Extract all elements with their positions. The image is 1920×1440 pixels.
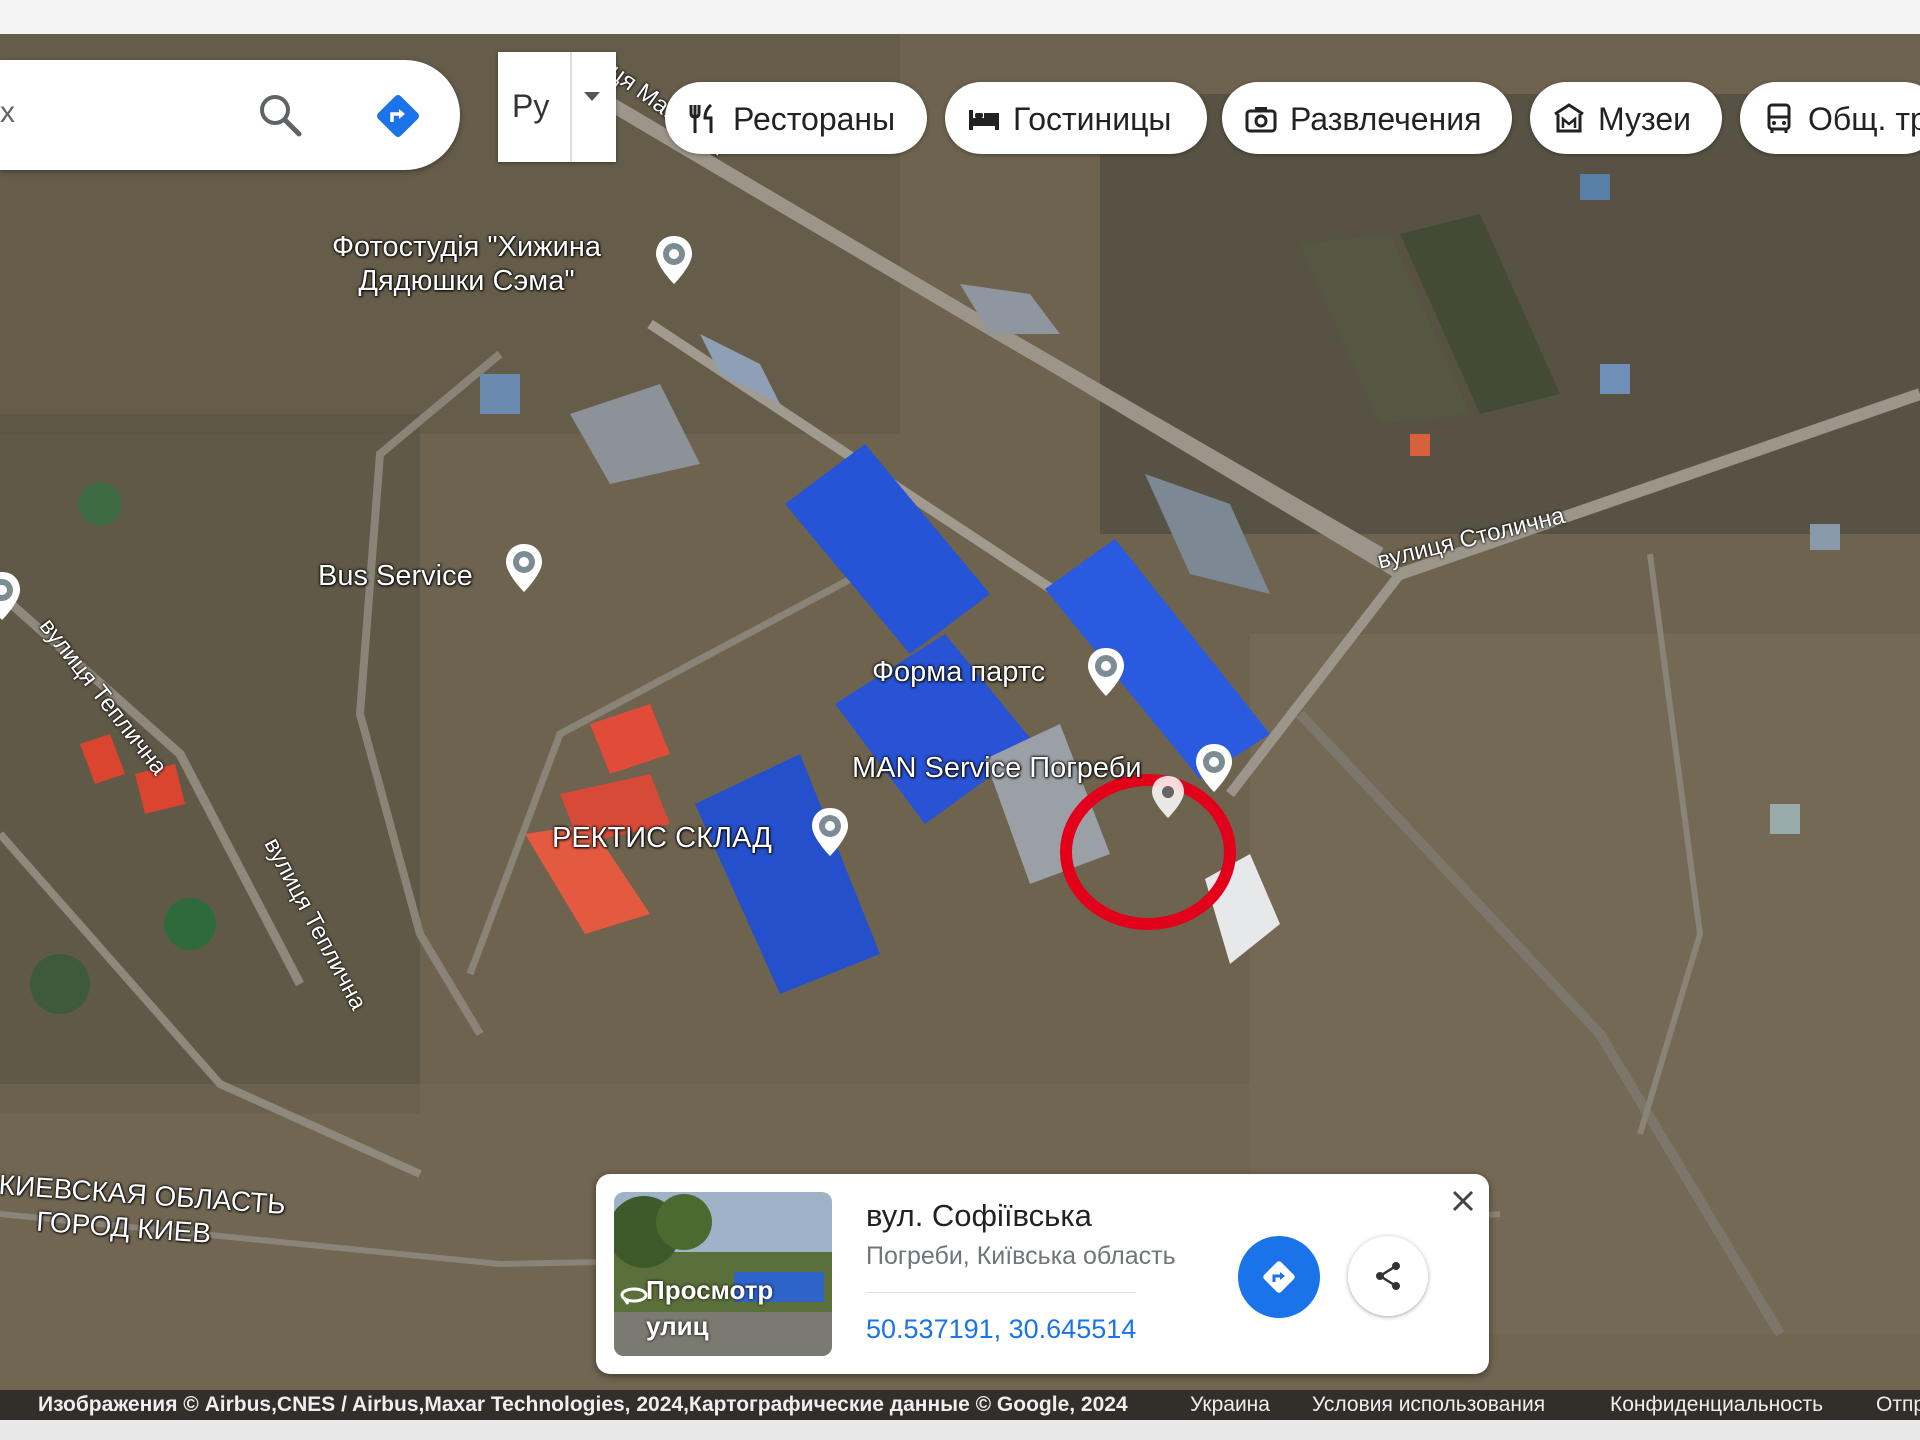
chip-label: Музеи (1598, 101, 1691, 137)
fork-knife-icon (689, 103, 713, 133)
place-pin-icon[interactable] (654, 234, 694, 286)
search-input[interactable]: х (0, 96, 15, 130)
layers-toggle[interactable]: Ру (498, 52, 616, 162)
place-label-man-service[interactable]: MAN Service Погреби (852, 752, 1142, 785)
directions-button[interactable] (1238, 1236, 1320, 1318)
feedback-link[interactable]: Отпр (1876, 1393, 1920, 1417)
dropped-pin-icon[interactable] (1150, 774, 1186, 820)
place-pin-icon[interactable] (810, 806, 850, 858)
privacy-link[interactable]: Конфиденциальность (1610, 1393, 1823, 1417)
taskbar-strip (0, 1420, 1920, 1440)
chip-label: Гостиницы (1013, 101, 1172, 137)
search-box[interactable]: х (0, 60, 460, 170)
place-title: вул. Софіївська (866, 1198, 1092, 1233)
bed-icon (969, 110, 999, 130)
chip-hotels[interactable]: Гостиницы (945, 82, 1207, 154)
place-card: Просмотр улиц вул. Софіївська Погреби, К… (596, 1174, 1489, 1374)
street-view-thumbnail[interactable]: Просмотр улиц (614, 1192, 832, 1356)
place-pin-icon[interactable] (0, 570, 22, 622)
divider (866, 1292, 1136, 1293)
map-footer: Изображения © Airbus,CNES / Airbus,Maxar… (0, 1390, 1920, 1420)
place-subtitle: Погреби, Київська область (866, 1242, 1176, 1270)
chevron-down-icon[interactable] (584, 92, 600, 101)
browser-top-strip (0, 0, 1920, 34)
chip-entertainment[interactable]: Развлечения (1222, 82, 1512, 154)
place-label-photostudio[interactable]: Фотостудія "Хижина Дядюшки Сэма" (332, 230, 601, 298)
attribution-text: Изображения © Airbus,CNES / Airbus,Maxar… (38, 1393, 1128, 1416)
directions-icon (1263, 1261, 1295, 1293)
bus-icon (1767, 103, 1791, 133)
chip-museums[interactable]: Музеи (1530, 82, 1722, 154)
chip-label: Рестораны (733, 101, 896, 137)
place-pin-icon[interactable] (504, 542, 544, 594)
search-icon[interactable] (255, 90, 305, 140)
divider (570, 52, 572, 162)
layers-label[interactable]: Ру (512, 88, 549, 125)
coordinates-link[interactable]: 50.537191, 30.645514 (866, 1314, 1136, 1345)
place-pin-icon[interactable] (1194, 742, 1234, 794)
place-label-bus-service[interactable]: Bus Service (318, 560, 473, 593)
street-view-label[interactable]: Просмотр улиц (646, 1272, 773, 1344)
chip-restaurants[interactable]: Рестораны (665, 82, 927, 154)
chip-transit[interactable]: Общ. тр (1740, 82, 1920, 154)
chip-label: Общ. тр (1808, 101, 1920, 137)
museum-icon (1554, 103, 1584, 133)
share-button[interactable] (1348, 1236, 1428, 1316)
camera-icon (1245, 107, 1277, 133)
place-label-forma-parts[interactable]: Форма партс (872, 656, 1045, 689)
chip-label: Развлечения (1290, 101, 1482, 137)
place-pin-icon[interactable] (1086, 646, 1126, 698)
share-icon (1376, 1262, 1400, 1290)
place-label-rektis-sklad[interactable]: РЕКТИС СКЛАД (552, 822, 772, 855)
close-icon[interactable] (1448, 1186, 1478, 1216)
directions-icon[interactable] (372, 90, 424, 142)
terms-link[interactable]: Условия использования (1312, 1393, 1545, 1417)
country-link[interactable]: Украина (1190, 1393, 1270, 1417)
rotate-360-icon (620, 1287, 648, 1305)
